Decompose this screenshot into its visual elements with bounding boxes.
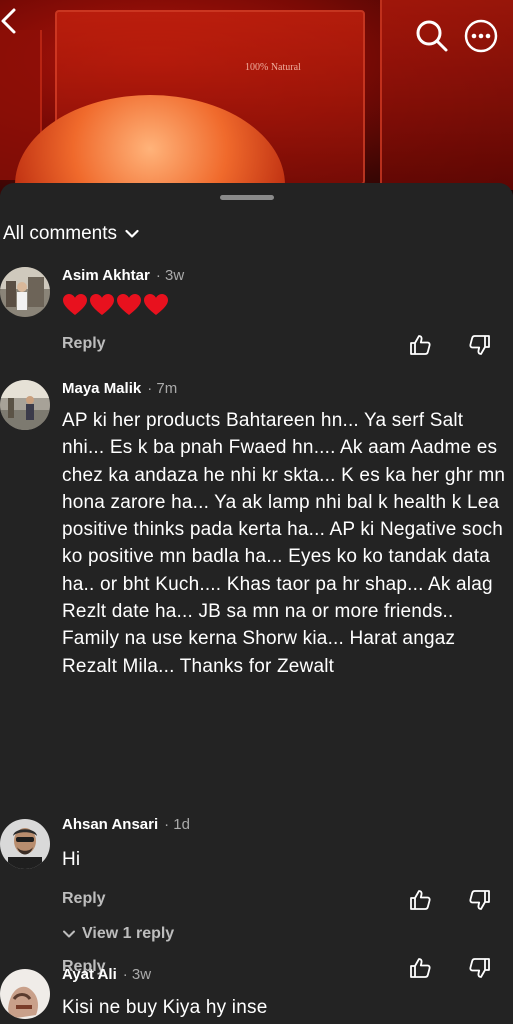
thumbs-down-icon[interactable] (468, 333, 492, 357)
view-replies-label: View 1 reply (82, 925, 175, 942)
reply-button[interactable]: Reply (62, 890, 106, 908)
heart-emoji-icon (90, 294, 114, 315)
heart-emoji-icon (117, 294, 141, 315)
chevron-down-icon (125, 229, 139, 238)
comment-header: Ayat Ali · 3w (62, 966, 151, 983)
comment-author[interactable]: Ahsan Ansari (62, 816, 158, 833)
comment-header: Maya Malik · 7m (62, 380, 177, 397)
comment-age: · 3w (155, 267, 185, 284)
avatar[interactable] (0, 969, 50, 1019)
thumbs-down-icon[interactable] (468, 956, 492, 980)
comment-text (62, 293, 507, 317)
chevron-left-icon[interactable] (0, 6, 24, 36)
thumbs-up-icon[interactable] (408, 956, 432, 980)
heart-emoji-icon (63, 294, 87, 315)
drag-handle[interactable] (220, 195, 274, 200)
comment-text: Hi (62, 849, 81, 870)
video-preview[interactable]: 100% Natural (0, 0, 513, 195)
comments-filter-label: All comments (3, 223, 118, 244)
more-icon[interactable] (463, 18, 499, 54)
avatar[interactable] (0, 380, 50, 430)
comments-sheet: All comments Asim Akhtar · 3w Reply Maya… (0, 183, 513, 1024)
comment-age: · 7m (147, 380, 178, 397)
view-replies-button[interactable]: View 1 reply (62, 925, 174, 943)
thumbs-up-icon[interactable] (408, 333, 432, 357)
comment-author[interactable]: Maya Malik (62, 380, 141, 397)
avatar[interactable] (0, 819, 50, 869)
heart-emoji-icon (144, 294, 168, 315)
search-icon[interactable] (414, 18, 450, 54)
comment-header: Asim Akhtar · 3w (62, 267, 184, 284)
chevron-down-icon (63, 930, 75, 938)
comment-header: Ahsan Ansari · 1d (62, 816, 190, 833)
comment-author[interactable]: Asim Akhtar (62, 267, 150, 284)
video-box-text: 100% Natural (245, 62, 301, 73)
thumbs-up-icon[interactable] (408, 888, 432, 912)
avatar[interactable] (0, 267, 50, 317)
reply-button[interactable]: Reply (62, 335, 106, 353)
comment-text: Kisi ne buy Kiya hy inse (62, 997, 268, 1018)
thumbs-down-icon[interactable] (468, 888, 492, 912)
comment-age: · 3w (122, 966, 152, 983)
comment-age: · 1d (164, 816, 190, 833)
comment-text: AP ki her products Bahtareen hn... Ya se… (62, 410, 506, 677)
comment-author[interactable]: Ayat Ali (62, 966, 117, 983)
comments-filter-dropdown[interactable]: All comments (3, 221, 139, 247)
